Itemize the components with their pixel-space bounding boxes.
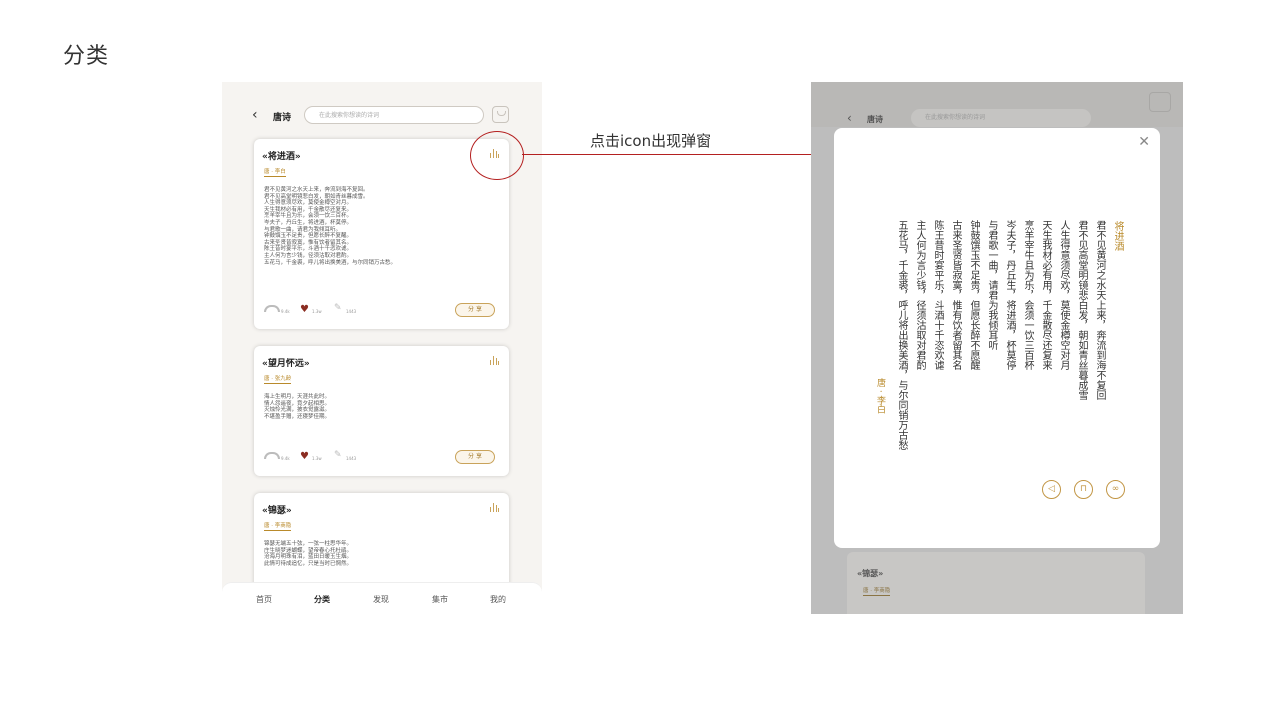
poem-stats: 9.4k ♥ 1.3w ✎ 1443: [264, 303, 464, 315]
poem-modal: ✕ 将进酒 君不见黄河之水天上来，奔流到海不复回 君不见高堂明镜悲白发，朝如青丝…: [834, 128, 1160, 548]
poem-body: 海上生明月，天涯共此时。 情人怨遥夜，竟夕起相思。 灭烛怜光满，披衣觉露滋。 不堪盈…: [264, 394, 331, 420]
likes-stat[interactable]: ♥ 1.3w: [300, 305, 330, 315]
modal-poem-line: 五花马，千金裘，呼儿将出换美酒，与尔同销万古愁: [896, 220, 907, 450]
poem-title: «锦瑟»: [262, 506, 292, 516]
heart-icon: ♥: [300, 304, 309, 315]
close-icon[interactable]: ✕: [1138, 134, 1150, 150]
category-title: 唐诗: [867, 115, 883, 124]
views-stat[interactable]: 9.4k: [264, 452, 294, 462]
annotation-text: 点击icon出现弹窗: [590, 132, 712, 150]
slide-title: 分类: [63, 44, 110, 69]
poem-title: «将进酒»: [262, 152, 301, 162]
volume-icon[interactable]: ◁: [1042, 480, 1061, 499]
likes-stat[interactable]: ♥ 1.3w: [300, 452, 330, 462]
bottom-nav: 首页 分类 发现 集市 我的: [222, 582, 542, 614]
modal-poem-line: 陈王昔时宴平乐，斗酒十千恣欢谑: [932, 220, 943, 370]
nav-category[interactable]: 分类: [314, 594, 330, 605]
nav-discover[interactable]: 发现: [373, 594, 389, 605]
basket-icon[interactable]: [492, 106, 509, 123]
search-input: 在此搜索你想读的诗词: [911, 109, 1091, 127]
poem-title: «望月怀远»: [262, 359, 310, 369]
poem-author[interactable]: 唐 · 张九龄: [264, 376, 292, 384]
poem-body: 锦瑟无端五十弦，一弦一柱思华年。 庄生晓梦迷蝴蝶，望帝春心托杜鹃。 沧海月明珠有泪…: [264, 541, 353, 567]
fan-icon: [264, 305, 280, 312]
heart-icon: ♥: [300, 451, 309, 462]
poem-author[interactable]: 唐 · 李商隐: [264, 523, 292, 531]
poem-body: 君不见黄河之水天上来，奔流到海不复回。 君不见高堂明镜悲白发，朝如青丝暮成雪。 人…: [264, 187, 397, 266]
category-title: 唐诗: [273, 113, 292, 123]
share-button[interactable]: 分 享: [455, 303, 495, 317]
top-bar: ‹ 唐诗 在此搜索你想读的诗词: [222, 82, 542, 138]
poem-card[interactable]: «望月怀远» 唐 · 张九龄 海上生明月，天涯共此时。 情人怨遥夜，竟夕起相思。 …: [254, 346, 509, 476]
search-input[interactable]: 在此搜索你想读的诗词: [304, 106, 484, 124]
modal-poem-line: 君不见高堂明镜悲白发，朝如青丝暮成雪: [1076, 220, 1087, 400]
modal-poem-line: 烹羊宰牛且为乐，会须一饮三百杯: [1022, 220, 1033, 370]
nav-mine[interactable]: 我的: [490, 594, 506, 605]
share-icon[interactable]: ∞: [1106, 480, 1125, 499]
dimmed-poem-card: «锦瑟» 唐 · 李商隐: [847, 552, 1145, 614]
modal-poem-line: 主人何为言少钱，径须沽取对君酌: [914, 220, 925, 370]
poem-card[interactable]: «将进酒» 唐 · 李白 君不见黄河之水天上来，奔流到海不复回。 君不见高堂明镜悲…: [254, 139, 509, 329]
dimmed-top-bar: ‹ 唐诗 在此搜索你想读的诗词: [811, 82, 1183, 127]
modal-poem-line: 天生我材必有用，千金散尽还复来: [1040, 220, 1051, 370]
poem-stats: 9.4k ♥ 1.3w ✎ 1443: [264, 450, 464, 462]
back-arrow-icon: ‹: [847, 111, 852, 125]
basket-icon: [1149, 92, 1171, 112]
bookmark-icon[interactable]: ⊓: [1074, 480, 1093, 499]
pen-icon: ✎: [334, 303, 342, 313]
share-button[interactable]: 分 享: [455, 450, 495, 464]
poem-card[interactable]: «锦瑟» 唐 · 李商隐 锦瑟无端五十弦，一弦一柱思华年。 庄生晓梦迷蝴蝶，望帝春…: [254, 493, 509, 593]
chart-icon[interactable]: [490, 356, 499, 365]
modal-poem-line: 钟鼓馔玉不足贵，但愿长醉不愿醒: [968, 220, 979, 370]
pen-icon: ✎: [334, 450, 342, 460]
modal-poem-author: 唐 · 李白: [875, 378, 885, 414]
chart-icon[interactable]: [490, 503, 499, 512]
nav-home[interactable]: 首页: [256, 594, 272, 605]
comments-stat[interactable]: ✎ 1443: [334, 303, 364, 315]
views-stat[interactable]: 9.4k: [264, 305, 294, 315]
fan-icon: [264, 452, 280, 459]
modal-poem-line: 岑夫子，丹丘生，将进酒，杯莫停: [1004, 220, 1015, 370]
modal-poem-title: 将进酒: [1112, 221, 1123, 251]
modal-poem-line: 与君歌一曲，请君为我倾耳听: [986, 220, 997, 350]
poem-title: «锦瑟»: [857, 569, 884, 578]
annotation-circle: [470, 131, 524, 180]
back-arrow-icon[interactable]: ‹: [252, 108, 258, 122]
modal-poem-line: 古来圣贤皆寂寞，惟有饮者留其名: [950, 220, 961, 370]
poem-author: 唐 · 李商隐: [863, 588, 891, 596]
poem-author[interactable]: 唐 · 李白: [264, 169, 286, 177]
modal-poem-line: 人生得意须尽欢，莫使金樽空对月: [1058, 220, 1069, 370]
comments-stat[interactable]: ✎ 1443: [334, 450, 364, 462]
nav-market[interactable]: 集市: [432, 594, 448, 605]
modal-poem-line: 君不见黄河之水天上来，奔流到海不复回: [1094, 220, 1105, 400]
